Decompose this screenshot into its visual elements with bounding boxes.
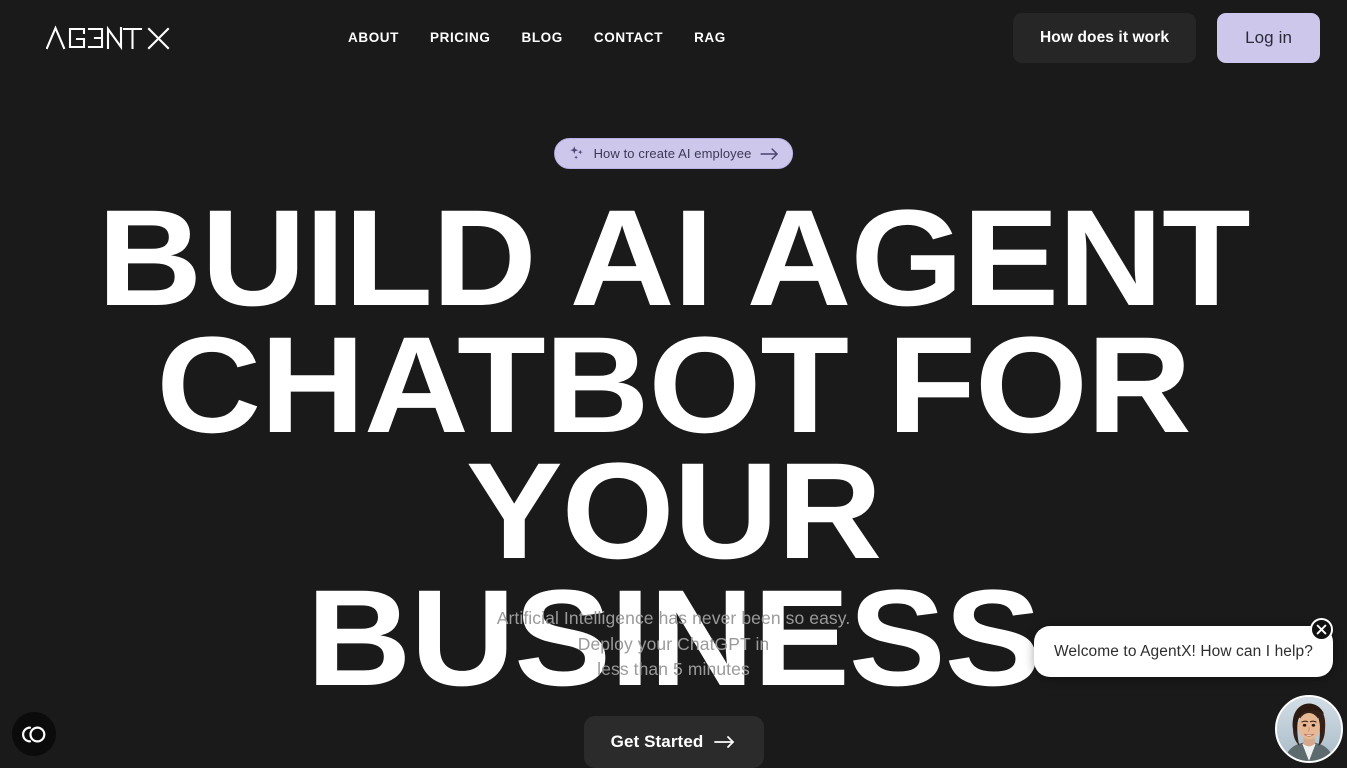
get-started-label: Get Started [610, 732, 704, 751]
accessibility-toggle-icon [22, 725, 46, 743]
landing-page: ABOUT PRICING BLOG CONTACT RAG How does … [0, 0, 1347, 768]
accessibility-widget-button[interactable] [12, 712, 56, 756]
chat-welcome-message[interactable]: Welcome to AgentX! How can I help? [1033, 626, 1333, 677]
headline-line-1: BUILD AI AGENT [97, 182, 1250, 335]
avatar[interactable] [1275, 695, 1343, 763]
close-icon [1316, 624, 1327, 635]
get-started-button[interactable]: Get Started [583, 716, 764, 768]
arrow-right-icon [714, 736, 735, 748]
arrow-right-icon [760, 147, 779, 160]
chat-close-button[interactable] [1310, 618, 1333, 641]
sparkles-icon [569, 146, 583, 160]
pill-label: How to create AI employee [593, 146, 752, 161]
headline-line-2: CHATBOT FOR YOUR [156, 308, 1191, 589]
agent-avatar-image [1277, 697, 1341, 761]
how-to-create-ai-employee-pill[interactable]: How to create AI employee [553, 138, 794, 169]
